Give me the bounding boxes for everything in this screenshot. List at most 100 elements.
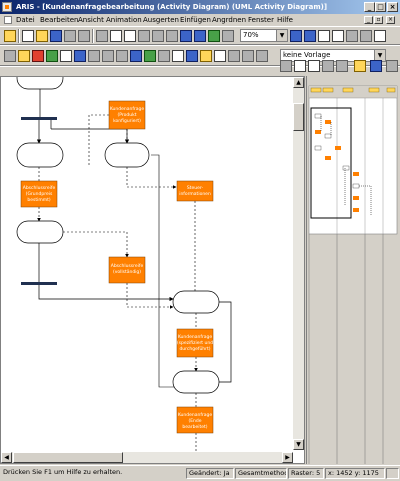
title-bar: ARIS - [Kundenanfragebearbeitung (Activi… [0,0,400,14]
node-label: durchgeführt) [179,346,210,352]
synchronization-bar[interactable] [21,282,57,285]
menu-animation[interactable]: Animation [106,15,142,25]
symbol-icon[interactable] [18,50,30,62]
scroll-up-icon[interactable]: ▲ [293,77,304,88]
redo-icon[interactable] [194,30,206,42]
menu-fenster[interactable]: Fenster [248,15,274,25]
close-button[interactable]: × [387,2,398,12]
menu-datei[interactable]: Datei [16,15,35,25]
mdi-close-button[interactable]: × [386,16,395,24]
menu-angrdnen[interactable]: Angrdnen [212,15,246,25]
fit-icon[interactable] [346,30,358,42]
preview-icon[interactable] [78,30,90,42]
node-label: Kundenanfrage [110,106,145,112]
line-color-icon[interactable] [370,60,382,72]
attribute-icon[interactable] [172,50,184,62]
cut-icon[interactable] [96,30,108,42]
resize-grip-icon[interactable] [386,468,399,479]
activity-node[interactable] [16,77,64,90]
window-title: ARIS - [Kundenanfragebearbeitung (Activi… [16,3,328,11]
object-icon[interactable] [186,50,198,62]
synchronization-bar[interactable] [21,117,57,120]
view-icon[interactable] [374,30,386,42]
standard-toolbar: 70% ▼ [0,26,400,45]
activity-node[interactable] [172,370,220,394]
assign-icon[interactable] [158,50,170,62]
mdi-minimize-button[interactable]: _ [364,16,373,24]
check-icon[interactable] [208,30,220,42]
node-label: bestimmt) [27,197,51,203]
send-back-icon[interactable] [256,50,268,62]
copy-icon[interactable] [110,30,122,42]
zoom-out-icon[interactable] [304,30,316,42]
zoom-in-icon[interactable] [290,30,302,42]
insert-icon[interactable] [130,50,142,62]
line-icon[interactable] [88,50,100,62]
menu-bearbeiten[interactable]: Bearbeiten [40,15,78,25]
open-folder-icon[interactable] [36,30,48,42]
activity-node[interactable] [104,142,150,168]
select-icon[interactable] [4,50,16,62]
menu-einfuegen[interactable]: Einfügen [180,15,211,25]
zoom-page-icon[interactable] [318,30,330,42]
layout-icon[interactable] [308,60,320,72]
activity-node[interactable] [16,142,64,168]
toolbar-separator [92,29,94,43]
mdi-restore-button[interactable]: ▫ [374,16,383,24]
object-node-steuerinformationen[interactable] [176,180,214,202]
node-label: (Produkt [118,112,137,118]
maximize-button[interactable]: □ [375,2,386,12]
ellipse-icon[interactable] [116,50,128,62]
properties-icon[interactable] [222,30,234,42]
open-icon[interactable] [4,30,16,42]
new-icon[interactable] [22,30,34,42]
model-icon[interactable] [144,50,156,62]
undo-icon[interactable] [180,30,192,42]
overview-map[interactable] [307,76,400,464]
aris-app-icon[interactable] [2,2,12,12]
scroll-right-icon[interactable]: ▶ [282,452,293,463]
zoom-width-icon[interactable] [332,30,344,42]
function-icon[interactable] [46,50,58,62]
horizontal-scrollbar[interactable]: ◀ ▶ [1,452,293,463]
group-icon[interactable] [200,50,212,62]
event-icon[interactable] [32,50,44,62]
bring-front-icon[interactable] [242,50,254,62]
table-icon[interactable] [294,60,306,72]
stop-icon[interactable] [166,30,178,42]
status-grid: Raster: 5 [288,468,324,479]
document-icon[interactable] [4,16,12,24]
menu-ansicht[interactable]: Ansicht [78,15,104,25]
connection-icon[interactable] [60,50,72,62]
diagram-canvas[interactable]: Kundenanfrage (Produkt konfiguriert) Abs… [0,76,305,464]
zoom-combo[interactable]: 70% ▼ [240,29,288,42]
print-icon[interactable] [64,30,76,42]
paste-icon[interactable] [124,30,136,42]
rectangle-icon[interactable] [102,50,114,62]
minimize-button[interactable]: _ [364,2,375,12]
activity-diagram[interactable]: Kundenanfrage (Produkt konfiguriert) Abs… [1,77,293,452]
border-icon[interactable] [322,60,334,72]
scroll-down-icon[interactable]: ▼ [293,439,304,450]
vertical-scrollbar[interactable]: ▲ ▼ [293,77,304,450]
play-icon[interactable] [138,30,150,42]
align-icon[interactable] [214,50,226,62]
pause-icon[interactable] [152,30,164,42]
status-bar: Drücken Sie F1 um Hilfe zu erhalten. Geä… [0,465,400,481]
activity-node[interactable] [172,290,220,314]
font-icon[interactable] [280,60,292,72]
text-icon[interactable] [74,50,86,62]
menu-hilfe[interactable]: Hilfe [277,15,293,25]
menu-ausgerten[interactable]: Ausgerten [143,15,179,25]
grid-icon[interactable] [360,30,372,42]
save-icon[interactable] [50,30,62,42]
scroll-thumb[interactable] [13,452,123,463]
arrange-icon[interactable] [336,60,348,72]
more-icon[interactable] [386,60,398,72]
distribute-icon[interactable] [228,50,240,62]
scroll-thumb[interactable] [293,103,304,131]
activity-node[interactable] [16,220,64,244]
fill-color-icon[interactable] [354,60,366,72]
scroll-left-icon[interactable]: ◀ [1,452,12,463]
chevron-down-icon[interactable]: ▼ [276,30,287,41]
